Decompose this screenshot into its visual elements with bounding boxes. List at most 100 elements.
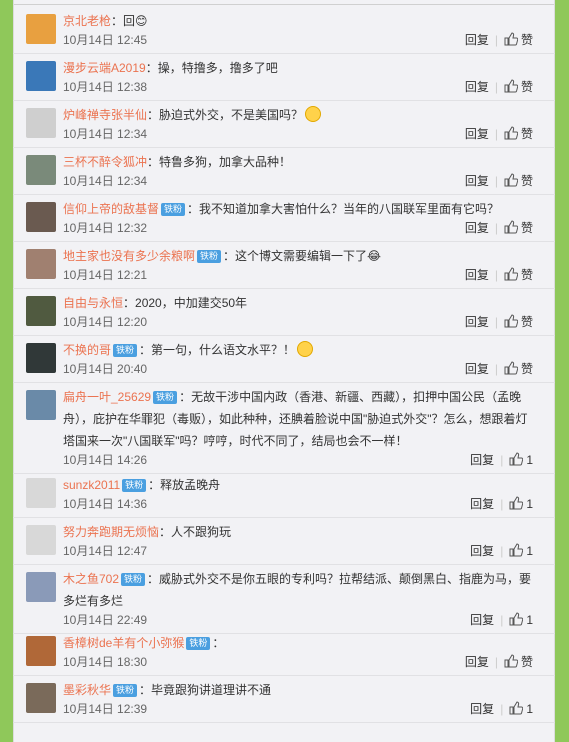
comment-text: 信仰上帝的敌基督 铁粉 ：我不知道加拿大害怕什么？当年的八国联军里面有它吗？ xyxy=(63,198,537,220)
comment-item: 不换的哥 铁粉 ：第一句，什么语文水平？！ 10月14日 20:40 回复 | 赞 xyxy=(13,337,555,383)
like-button[interactable]: 1 xyxy=(509,496,533,512)
like-count: 赞 xyxy=(520,362,533,376)
avatar[interactable] xyxy=(26,61,56,91)
reply-button[interactable]: 回复 xyxy=(465,79,489,95)
comment-item: 三杯不醉令狐冲：特鲁多狗，加拿大品种！ 10月14日 12:34 回复 | 赞 xyxy=(13,149,555,195)
thumbs-up-icon xyxy=(504,314,519,328)
comment-username[interactable]: 炉峰禅寺张半仙 xyxy=(63,108,147,122)
like-button[interactable]: 赞 xyxy=(504,314,533,330)
avatar[interactable] xyxy=(26,202,56,232)
comment-actions: 回复 | 1 xyxy=(470,701,533,717)
comment-actions: 回复 | 赞 xyxy=(465,32,533,48)
comment-item: 墨彩秋华 铁粉 ：毕竟跟狗讲道理讲不通 10月14日 12:39 回复 | 1 xyxy=(13,677,555,723)
comment-body: ：我不知道加拿大害怕什么？当年的八国联军里面有它吗？ xyxy=(187,202,500,216)
like-button[interactable]: 赞 xyxy=(504,79,533,95)
thumbs-up-icon xyxy=(509,452,524,466)
avatar[interactable] xyxy=(26,683,56,713)
avatar[interactable] xyxy=(26,636,56,666)
like-button[interactable]: 赞 xyxy=(504,654,533,670)
reply-button[interactable]: 回复 xyxy=(470,612,494,628)
comment-username[interactable]: 京北老枪 xyxy=(63,14,111,28)
avatar[interactable] xyxy=(26,108,56,138)
like-button[interactable]: 赞 xyxy=(504,126,533,142)
reply-button[interactable]: 回复 xyxy=(465,126,489,142)
divider: | xyxy=(500,497,504,511)
reply-button[interactable]: 回复 xyxy=(470,452,494,468)
comment-item: 地主家也没有多少余粮啊 铁粉 ：这个博文需要编辑一下了😂 10月14日 12:21 回复… xyxy=(13,243,555,289)
comment-text: sunzk2011 铁粉 ：释放孟晚舟 xyxy=(63,474,537,496)
comment-username[interactable]: 墨彩秋华 xyxy=(63,683,111,697)
comment-actions: 回复 | 赞 xyxy=(465,654,533,670)
divider: | xyxy=(494,33,498,47)
comment-username[interactable]: 木之鱼702 xyxy=(63,572,119,586)
avatar[interactable] xyxy=(26,249,56,279)
avatar[interactable] xyxy=(26,343,56,373)
divider: | xyxy=(494,362,498,376)
comment-username[interactable]: 三杯不醉令狐冲 xyxy=(63,155,147,169)
comment-date: 10月14日 22:49 xyxy=(63,613,148,627)
reply-button[interactable]: 回复 xyxy=(465,267,489,283)
comment-text: 京北老枪：回😊 xyxy=(63,10,537,32)
comment-date: 10月14日 20:40 xyxy=(63,362,148,376)
like-count: 赞 xyxy=(520,33,533,47)
comment-username[interactable]: 信仰上帝的敌基督 xyxy=(63,202,159,216)
comment-item: 香樟树de羊有个小弥猴 铁粉： 10月14日 18:30 回复 | 赞 xyxy=(13,630,555,676)
like-button[interactable]: 赞 xyxy=(504,267,533,283)
comment-actions: 回复 | 1 xyxy=(470,543,533,559)
emoji-icon xyxy=(297,341,314,357)
reply-button[interactable]: 回复 xyxy=(465,220,489,236)
comment-username[interactable]: 扁舟一叶_25629 xyxy=(63,390,151,404)
like-count: 赞 xyxy=(520,221,533,235)
like-button[interactable]: 1 xyxy=(509,701,533,717)
avatar[interactable] xyxy=(26,525,56,555)
comment-item: 京北老枪：回😊 10月14日 12:45 回复 | 赞 xyxy=(13,8,555,54)
comment-date: 10月14日 12:45 xyxy=(63,33,148,47)
comment-actions: 回复 | 赞 xyxy=(465,267,533,283)
avatar[interactable] xyxy=(26,14,56,44)
divider: | xyxy=(500,453,504,467)
comment-list: 京北老枪：回😊 10月14日 12:45 回复 | 赞漫步云端A2019：操，特撸多，撸… xyxy=(13,0,555,742)
reply-button[interactable]: 回复 xyxy=(465,314,489,330)
thumbs-up-icon xyxy=(504,654,519,668)
comment-text: 努力奔跑期无烦恼：人不跟狗玩 xyxy=(63,521,537,543)
avatar[interactable] xyxy=(26,296,56,326)
fan-badge: 铁粉 xyxy=(121,573,146,586)
like-button[interactable]: 赞 xyxy=(504,220,533,236)
comment-username[interactable]: 漫步云端A2019 xyxy=(63,61,146,75)
like-button[interactable]: 赞 xyxy=(504,173,533,189)
comment-username[interactable]: sunzk2011 xyxy=(63,478,120,492)
comment-body: ： xyxy=(212,636,225,650)
comment-username[interactable]: 自由与永恒 xyxy=(63,296,123,310)
divider: | xyxy=(494,174,498,188)
comment-body: ：2020，中加建交50年 xyxy=(123,296,248,310)
reply-button[interactable]: 回复 xyxy=(465,173,489,189)
reply-button[interactable]: 回复 xyxy=(470,701,494,717)
avatar[interactable] xyxy=(26,478,56,508)
like-button[interactable]: 1 xyxy=(509,543,533,559)
avatar[interactable] xyxy=(26,390,56,420)
reply-button[interactable]: 回复 xyxy=(465,654,489,670)
like-button[interactable]: 赞 xyxy=(504,361,533,377)
comment-item: 努力奔跑期无烦恼：人不跟狗玩 10月14日 12:47 回复 | 1 xyxy=(13,519,555,565)
like-button[interactable]: 赞 xyxy=(504,32,533,48)
comment-item: 扁舟一叶_25629 铁粉 ：无故干涉中国内政（香港、新疆、西藏），扣押中国公民（孟… xyxy=(13,384,555,474)
avatar[interactable] xyxy=(26,572,56,602)
comment-username[interactable]: 不换的哥 xyxy=(63,343,111,357)
reply-button[interactable]: 回复 xyxy=(465,361,489,377)
comment-username[interactable]: 地主家也没有多少余粮啊 xyxy=(63,249,195,263)
comment-item: sunzk2011 铁粉 ：释放孟晚舟 10月14日 14:36 回复 | 1 xyxy=(13,472,555,518)
comment-username[interactable]: 香樟树de羊有个小弥猴 xyxy=(63,636,184,650)
comment-body: ：释放孟晚舟 xyxy=(148,478,221,492)
reply-button[interactable]: 回复 xyxy=(470,543,494,559)
divider: | xyxy=(494,655,498,669)
divider: | xyxy=(494,127,498,141)
comment-date: 10月14日 12:47 xyxy=(63,544,148,558)
reply-button[interactable]: 回复 xyxy=(465,32,489,48)
comment-text: 自由与永恒：2020，中加建交50年 xyxy=(63,292,537,314)
like-button[interactable]: 1 xyxy=(509,612,533,628)
reply-button[interactable]: 回复 xyxy=(470,496,494,512)
avatar[interactable] xyxy=(26,155,56,185)
comment-item: 自由与永恒：2020，中加建交50年 10月14日 12:20 回复 | 赞 xyxy=(13,290,555,336)
like-button[interactable]: 1 xyxy=(509,452,533,468)
comment-username[interactable]: 努力奔跑期无烦恼 xyxy=(63,525,159,539)
